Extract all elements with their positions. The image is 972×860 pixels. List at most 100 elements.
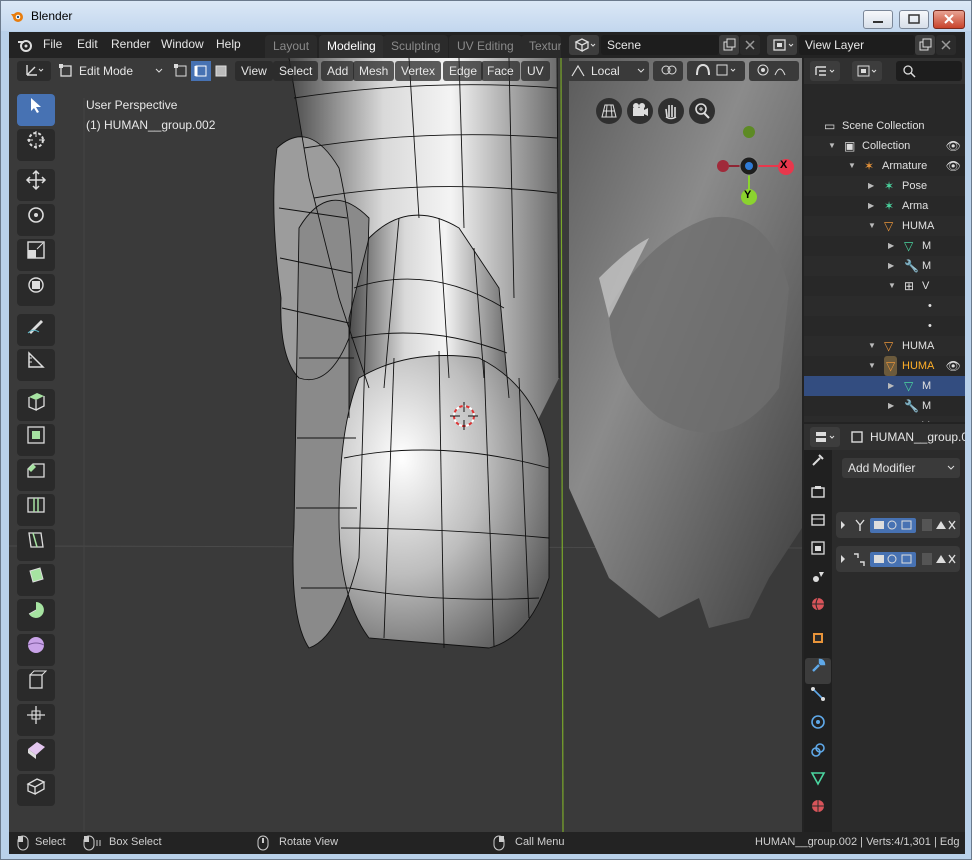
tab-view-layer[interactable] [805,540,831,566]
rip-region-tool[interactable] [17,774,55,806]
expand-arrow-icon[interactable]: ▶ [888,256,894,276]
menu-edge[interactable]: Edge [443,61,484,81]
outliner-row[interactable]: ▶ 🔧 M [804,396,965,416]
tab-data[interactable] [805,770,831,796]
menu-help[interactable]: Help [216,37,241,51]
mode-selector[interactable]: Edit Mode [55,61,167,81]
view-layer-selector-button[interactable] [767,35,797,55]
shrink-fatten-tool[interactable] [17,704,55,736]
transform-orientation-selector[interactable]: Local [567,61,649,81]
outliner-row[interactable]: ▼ ▽ HUMA 👁 [804,356,965,376]
tab-particles[interactable] [805,686,831,712]
extrude-region-tool[interactable] [17,389,55,421]
outliner-row[interactable]: ▼ ▽ HUMA [804,216,965,236]
tab-tool[interactable] [805,452,831,478]
menu-view[interactable]: View [235,61,273,81]
outliner-row[interactable]: • [804,316,965,336]
scale-tool[interactable] [17,239,55,271]
add-modifier-dropdown[interactable]: Add Modifier [842,458,960,478]
spin-tool[interactable] [17,599,55,631]
tab-uv-editing[interactable]: UV Editing [449,35,522,58]
move-tool[interactable] [17,169,55,201]
toggle-camera-view-button[interactable] [596,98,622,124]
3d-viewport[interactable]: X Y Edit Mode View Select Add Mesh Verte… [9,58,802,832]
vertex-select-button[interactable] [171,61,191,81]
tab-modeling[interactable]: Modeling [319,35,384,58]
new-view-layer-button[interactable] [915,35,935,55]
menu-render[interactable]: Render [111,37,150,51]
expand-arrow-icon[interactable]: ▶ [868,196,874,216]
close-window-button[interactable] [933,10,965,29]
scene-name-field[interactable]: Scene [601,35,719,55]
tab-layout[interactable]: Layout [265,35,318,58]
select-box-tool[interactable] [17,94,55,126]
outliner-row[interactable]: ▼ ▣ Collection 👁 [804,136,965,156]
bevel-tool[interactable] [17,459,55,491]
outliner-row[interactable]: ▶ ✶ Pose [804,176,965,196]
menu-face[interactable]: Face [481,61,520,81]
snapping-group[interactable] [687,61,745,81]
outliner-row[interactable]: ▭ Scene Collection [804,116,965,136]
rotate-tool[interactable] [17,204,55,236]
shear-tool[interactable] [17,739,55,771]
edge-select-button[interactable] [191,61,211,81]
expand-arrow-icon[interactable]: ▼ [888,276,896,296]
outliner-row[interactable]: ▶ 🔧 M [804,256,965,276]
pivot-point-button[interactable] [653,61,683,81]
tab-material[interactable] [805,798,831,824]
menu-file[interactable]: File [43,37,62,51]
display-mode-button[interactable] [852,61,882,81]
tab-scene[interactable] [805,568,831,594]
tab-object[interactable] [805,630,831,656]
delete-scene-button[interactable] [740,35,760,55]
menu-uv[interactable]: UV [521,61,550,81]
edge-slide-tool[interactable] [17,669,55,701]
expand-arrow-icon[interactable]: ▼ [868,216,876,236]
menu-select[interactable]: Select [273,61,319,81]
menu-window[interactable]: Window [161,37,204,51]
face-select-button[interactable] [211,61,231,81]
tab-constraints[interactable] [805,742,831,768]
knife-tool[interactable] [17,529,55,561]
tab-modifiers[interactable] [805,658,831,684]
tab-output[interactable] [805,512,831,538]
camera-view-button[interactable] [627,98,653,124]
outliner-row[interactable]: ▼ ✶ Armature 👁 [804,156,965,176]
loop-cut-tool[interactable] [17,494,55,526]
expand-arrow-icon[interactable]: ▶ [868,176,874,196]
scene-selector-button[interactable] [569,35,599,55]
outliner-editor-type-button[interactable] [810,61,840,81]
outliner-row[interactable]: ▶ ✶ Arma [804,196,965,216]
minimize-button[interactable] [863,10,893,29]
view-layer-name-field[interactable]: View Layer [799,35,915,55]
inset-faces-tool[interactable] [17,424,55,456]
cursor-tool[interactable] [17,129,55,161]
expand-arrow-icon[interactable]: ▼ [888,416,896,422]
expand-arrow-icon[interactable]: ▶ [888,396,894,416]
delete-view-layer-button[interactable] [936,35,956,55]
transform-tool[interactable] [17,274,55,306]
expand-arrow-icon[interactable]: ▼ [868,336,876,356]
outliner-row[interactable]: ▼ ⊞ V [804,416,965,422]
modifier-armature[interactable] [836,512,960,538]
tab-physics[interactable] [805,714,831,740]
expand-arrow-icon[interactable]: ▶ [888,376,894,396]
menu-add[interactable]: Add [321,61,355,81]
blender-menu-icon[interactable] [17,37,33,53]
outliner-row[interactable]: ▶ ▽ M [804,376,965,396]
smooth-tool[interactable] [17,634,55,666]
expand-arrow-icon[interactable]: ▼ [828,136,836,156]
tab-world[interactable] [805,596,831,622]
visibility-eye-icon[interactable]: 👁 [946,136,961,156]
visibility-eye-icon[interactable]: 👁 [946,356,961,376]
menu-vertex[interactable]: Vertex [395,61,442,81]
outliner-search-input[interactable] [896,61,962,81]
new-scene-button[interactable] [719,35,739,55]
tab-sculpting[interactable]: Sculpting [383,35,449,58]
viewport-scene[interactable] [9,58,802,832]
pan-view-button[interactable] [658,98,684,124]
outliner-row[interactable]: ▶ ▽ M [804,236,965,256]
modifier-second[interactable] [836,546,960,572]
outliner-row[interactable]: ▼ ⊞ V [804,276,965,296]
expand-arrow-icon[interactable]: ▼ [868,356,876,376]
